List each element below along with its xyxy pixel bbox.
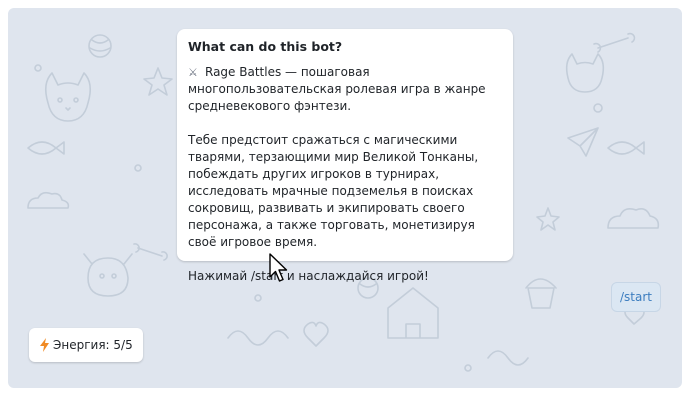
bot-info-intro: ⚔ Rage Battles — пошаговая многопользоват…	[188, 64, 502, 115]
energy-label: Энергия: 5/5	[53, 338, 133, 352]
energy-badge[interactable]: Энергия: 5/5	[29, 328, 143, 362]
bot-info-call-to-action: Нажимай /start и наслаждайся игрой!	[188, 269, 429, 283]
mouse-pointer-icon	[269, 253, 288, 282]
start-command-button[interactable]: /start	[611, 282, 661, 312]
bot-info-intro-text: Rage Battles — пошаговая многопользовате…	[188, 65, 486, 113]
crossed-swords-icon: ⚔	[188, 66, 198, 79]
bot-info-body: Тебе предстоит сражаться с магическими т…	[188, 133, 479, 249]
lightning-icon	[40, 338, 49, 352]
bot-info-title: What can do this bot?	[188, 39, 343, 54]
chat-area: What can do this bot? ⚔ Rage Battles — по…	[8, 8, 682, 388]
bot-info-card: What can do this bot? ⚔ Rage Battles — по…	[177, 29, 513, 283]
